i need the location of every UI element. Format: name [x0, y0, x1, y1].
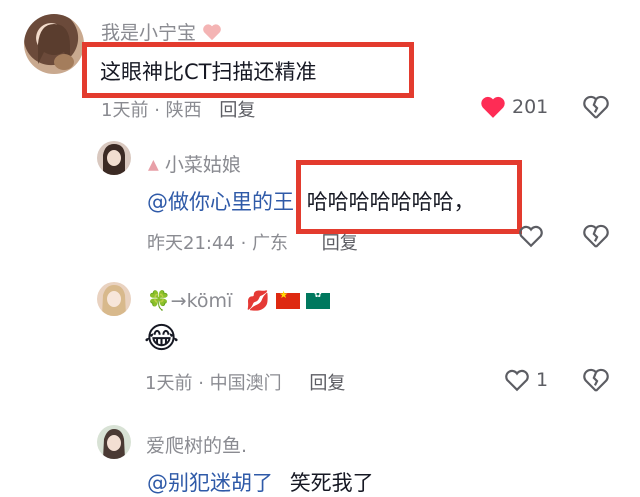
highlight-box — [296, 160, 522, 234]
avatar[interactable] — [97, 425, 131, 459]
mention-link[interactable]: @别犯迷胡了 — [147, 471, 273, 495]
laughing-emoji-icon: 😂 — [144, 321, 180, 356]
dislike-broken-heart-icon[interactable] — [583, 368, 609, 392]
author-triangle-icon: ▲ — [148, 157, 159, 173]
like-count: 1 — [536, 369, 549, 391]
avatar-image — [102, 285, 126, 316]
macau-flag-icon: ✿ — [306, 290, 331, 309]
comment-time: 1天前 — [145, 373, 193, 394]
avatar-image — [103, 429, 125, 459]
china-flag-icon: ★ — [276, 290, 301, 309]
comment-username[interactable]: 爱爬树的鱼. — [146, 431, 247, 458]
comment-text: 这眼神比CT扫描还精准 — [100, 60, 317, 84]
meta-dot: · — [154, 100, 166, 121]
comment-username[interactable]: 🍀→kömï 💋 ★ ✿ — [147, 289, 331, 312]
avatar[interactable] — [97, 141, 131, 175]
comment-text: @别犯迷胡了 笑死我了 — [147, 467, 374, 497]
heart-filled-icon — [480, 95, 506, 119]
dislike-broken-heart-icon[interactable] — [583, 95, 609, 119]
like-button[interactable]: 1 — [504, 368, 548, 392]
heart-outline-icon — [518, 224, 544, 248]
meta-dot: · — [198, 373, 210, 394]
avatar[interactable] — [24, 14, 84, 74]
comment-time: 昨天21:44 — [147, 233, 235, 254]
dislike-broken-heart-icon[interactable] — [583, 224, 609, 248]
heart-outline-icon — [504, 368, 530, 392]
like-count: 201 — [512, 96, 549, 118]
comment-location: 陕西 — [165, 100, 202, 121]
comment-meta: 1天前 · 陕西 回复 — [101, 96, 255, 122]
like-button[interactable] — [518, 224, 550, 248]
comment-username[interactable]: ▲ 小菜姑娘 — [148, 150, 241, 177]
reply-button[interactable]: 回复 — [322, 233, 358, 254]
like-button[interactable]: 201 — [480, 95, 548, 119]
comment-meta: 昨天21:44 · 广东 回复 — [147, 229, 358, 255]
avatar-image — [38, 24, 74, 70]
comment-meta: 1天前 · 中国澳门 回复 — [145, 369, 345, 395]
lips-icon: 💋 — [246, 290, 271, 312]
mention-link[interactable]: @做你心里的王 — [147, 190, 294, 214]
comment-location: 广东 — [252, 233, 289, 254]
avatar-image — [103, 144, 125, 175]
comment-body: 笑死我了 — [289, 471, 374, 495]
reply-button[interactable]: 回复 — [219, 100, 255, 121]
reply-button[interactable]: 回复 — [309, 373, 345, 394]
avatar[interactable] — [97, 282, 131, 316]
meta-dot: · — [240, 233, 253, 254]
comment-time: 1天前 — [101, 100, 149, 121]
comment-location: 中国澳门 — [209, 373, 282, 394]
